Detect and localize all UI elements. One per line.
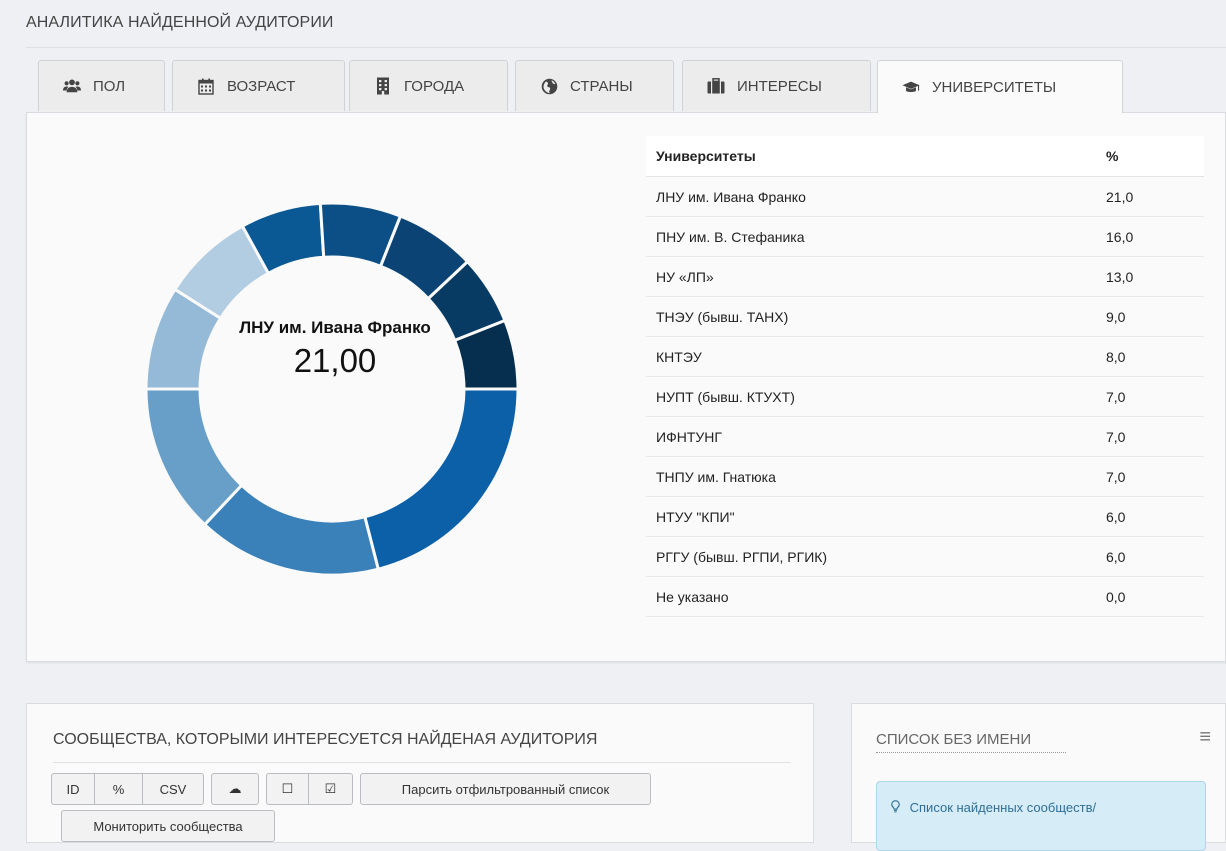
university-name-cell: ЛНУ им. Ивана Франко (646, 176, 1096, 217)
list-panel: СПИСОК БЕЗ ИМЕНИ ≡ Список найденных сооб… (851, 703, 1226, 851)
table-row: РГГУ (бывш. РГПИ, РГИК) 6,0 (646, 536, 1204, 577)
calendar-icon (197, 77, 215, 95)
percent-cell: 7,0 (1096, 456, 1204, 497)
university-name-cell: КНТЭУ (646, 336, 1096, 377)
tab-countries[interactable]: СТРАНЫ (515, 60, 674, 111)
percent-cell: 16,0 (1096, 216, 1204, 257)
checkbox-checked-icon: ☑ (324, 781, 337, 796)
university-name-cell: НУПТ (бывш. КТУХТ) (646, 376, 1096, 417)
donut-center-label: ЛНУ им. Ивана Франко (239, 318, 431, 337)
tab-cities-label: ГОРОДА (404, 77, 465, 95)
tab-universities[interactable]: УНИВЕРСИТЕТЫ (877, 60, 1123, 113)
tab-interests[interactable]: ИНТЕРЕСЫ (682, 60, 871, 111)
communities-divider (53, 762, 791, 763)
tab-gender-label: ПОЛ (93, 77, 126, 95)
lightbulb-icon (891, 800, 904, 815)
university-name-cell: Не указано (646, 576, 1096, 617)
header-percent[interactable]: % (1096, 136, 1204, 177)
building-icon (374, 77, 392, 95)
communities-panel: СООБЩЕСТВА, КОТОРЫМИ ИНТЕРЕСУЕТСЯ НАЙДЕН… (26, 703, 814, 843)
university-name-cell: РГГУ (бывш. РГПИ, РГИК) (646, 536, 1096, 577)
hamburger-menu-icon[interactable]: ≡ (1199, 726, 1211, 749)
table-row: ТНЭУ (бывш. ТАНХ) 9,0 (646, 296, 1204, 337)
university-name-cell: ТНПУ им. Гнатюка (646, 456, 1096, 497)
cloud-upload-button[interactable]: ☁ (211, 773, 259, 805)
table-row: НУПТ (бывш. КТУХТ) 7,0 (646, 376, 1204, 417)
percent-cell: 9,0 (1096, 296, 1204, 337)
checkbox-empty-icon: ☐ (281, 781, 294, 796)
info-box: Список найденных сообществ/ (876, 781, 1206, 851)
tab-age[interactable]: ВОЗРАСТ (172, 60, 345, 111)
table-row: КНТЭУ 8,0 (646, 336, 1204, 377)
table-row: ТНПУ им. Гнатюка 7,0 (646, 456, 1204, 497)
section-divider (26, 47, 1226, 48)
percent-cell: 6,0 (1096, 536, 1204, 577)
percent-cell: 7,0 (1096, 416, 1204, 457)
tab-countries-label: СТРАНЫ (570, 77, 633, 95)
percent-cell: 21,0 (1096, 176, 1204, 217)
check-all-button[interactable]: ☑ (308, 773, 353, 805)
university-name-cell: НТУУ "КПИ" (646, 496, 1096, 537)
table-row: ИФНТУНГ 7,0 (646, 416, 1204, 457)
percent-cell: 13,0 (1096, 256, 1204, 297)
globe-icon (540, 77, 558, 95)
percent-cell: 0,0 (1096, 576, 1204, 617)
tab-interests-label: ИНТЕРЕСЫ (737, 77, 822, 95)
universities-table: Университеты % ЛНУ им. Ивана Франко 21,0 П… (646, 136, 1204, 617)
header-universities[interactable]: Университеты (646, 136, 1096, 177)
table-row: ЛНУ им. Ивана Франко 21,0 (646, 176, 1204, 217)
percent-cell: 7,0 (1096, 376, 1204, 417)
section-title: АНАЛИТИКА НАЙДЕННОЙ АУДИТОРИИ (26, 14, 334, 31)
university-name-cell: ИФНТУНГ (646, 416, 1096, 457)
table-header-row: Университеты % (646, 136, 1204, 177)
communities-title: СООБЩЕСТВА, КОТОРЫМИ ИНТЕРЕСУЕТСЯ НАЙДЕН… (53, 731, 598, 748)
briefcase-icon (707, 77, 725, 95)
table-body: ЛНУ им. Ивана Франко 21,0 ПНУ им. В. Стефа… (646, 176, 1204, 617)
cloud-upload-icon: ☁ (228, 781, 242, 796)
link-icon: % (112, 781, 125, 797)
tab-gender[interactable]: ПОЛ (38, 60, 165, 111)
table-row: НУ «ЛП» 13,0 (646, 256, 1204, 297)
percent-cell: 6,0 (1096, 496, 1204, 537)
tab-age-label: ВОЗРАСТ (227, 77, 296, 95)
percent-cell: 8,0 (1096, 336, 1204, 377)
donut-center-value: 21,00 (293, 342, 377, 379)
graduation-cap-icon (902, 78, 920, 96)
table-row: ПНУ им. В. Стефаника 16,0 (646, 216, 1204, 257)
list-title[interactable]: СПИСОК БЕЗ ИМЕНИ (876, 731, 1066, 753)
parse-filtered-list-button[interactable]: Парсить отфильтрованный список (360, 773, 651, 805)
link-button[interactable]: % (94, 773, 143, 805)
table-row: Не указано 0,0 (646, 576, 1204, 617)
info-text: Список найденных сообществ/ (909, 800, 1097, 815)
uncheck-all-button[interactable]: ☐ (266, 773, 309, 805)
tab-cities[interactable]: ГОРОДА (349, 60, 508, 111)
donut-slice[interactable] (363, 387, 520, 571)
csv-button[interactable]: CSV (142, 773, 204, 805)
universities-panel: ЛНУ им. Ивана Франко 21,00 Университеты … (26, 112, 1226, 662)
donut-chart (144, 201, 520, 577)
users-icon (63, 77, 81, 95)
university-name-cell: НУ «ЛП» (646, 256, 1096, 297)
university-name-cell: ПНУ им. В. Стефаника (646, 216, 1096, 257)
id-button[interactable]: ID (51, 773, 95, 805)
table-row: НТУУ "КПИ" 6,0 (646, 496, 1204, 537)
tab-universities-label: УНИВЕРСИТЕТЫ (932, 78, 1057, 96)
university-name-cell: ТНЭУ (бывш. ТАНХ) (646, 296, 1096, 337)
monitor-communities-button[interactable]: Мониторить сообщества (61, 810, 275, 842)
